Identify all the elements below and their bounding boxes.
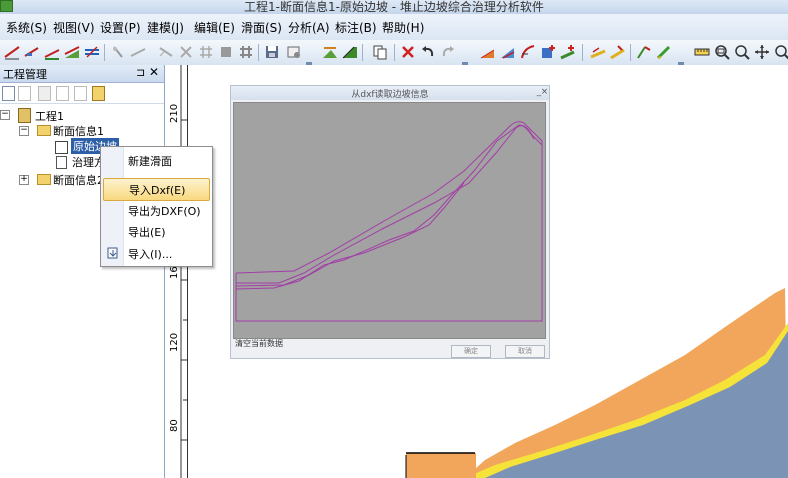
- ruler-icon[interactable]: [694, 44, 710, 60]
- cut-slope-icon[interactable]: [480, 44, 496, 60]
- add-layer-icon[interactable]: [560, 44, 576, 60]
- menu-import[interactable]: 导入(I)...: [103, 243, 208, 264]
- zoom-icon[interactable]: [734, 44, 750, 60]
- menu-model[interactable]: 建模(J): [147, 19, 184, 36]
- menu-item-label: 导出为DXF(O): [128, 205, 201, 218]
- fill-layer-icon[interactable]: [64, 44, 80, 60]
- root-expander[interactable]: −: [0, 110, 10, 120]
- anchor-icon[interactable]: [110, 44, 126, 60]
- pile-icon[interactable]: [178, 44, 194, 60]
- terrain-icon[interactable]: [342, 44, 358, 60]
- toolbar: [0, 40, 788, 66]
- menu-system[interactable]: 系统(S): [6, 19, 47, 36]
- zoom-window-icon[interactable]: [714, 44, 730, 60]
- menu-item-label: 导入Dxf(E): [129, 184, 186, 197]
- panel-toolbar: [0, 83, 164, 104]
- dxf-preview: [233, 102, 546, 339]
- project-icon: [18, 108, 31, 123]
- slope-line-icon[interactable]: [4, 44, 20, 60]
- copy-icon[interactable]: [372, 44, 388, 60]
- menu-bar: 系统(S) 视图(V) 设置(P) 建模(J) 编辑(E) 滑面(S) 分析(A…: [0, 14, 788, 41]
- ok-button[interactable]: 确定: [451, 345, 491, 358]
- folder-icon: [37, 174, 51, 185]
- menu-edit[interactable]: 编辑(E): [194, 19, 235, 36]
- menu-item-label: 新建滑面: [128, 155, 172, 168]
- panel-header: 工程管理 ⊐ ✕: [0, 65, 164, 83]
- menu-analysis[interactable]: 分析(A): [288, 19, 330, 36]
- paste-doc-icon[interactable]: [74, 86, 87, 101]
- layer-icon[interactable]: [44, 44, 60, 60]
- tree-root[interactable]: 工程1: [35, 108, 64, 124]
- new-section-icon[interactable]: [18, 86, 31, 101]
- menu-help[interactable]: 帮助(H): [382, 19, 424, 36]
- wall-icon[interactable]: [218, 44, 234, 60]
- folder-icon: [37, 125, 51, 136]
- menu-new-slip[interactable]: 新建滑面: [103, 150, 208, 171]
- save-icon[interactable]: [264, 44, 280, 60]
- pen-icon[interactable]: [656, 44, 672, 60]
- close-icon[interactable]: ✕: [149, 65, 159, 79]
- zoom-extent-icon[interactable]: [774, 44, 788, 60]
- menu-export[interactable]: 导出(E): [103, 221, 208, 242]
- section1-expander[interactable]: −: [19, 126, 29, 136]
- anchor-cable-icon[interactable]: [158, 44, 174, 60]
- tree-section1[interactable]: 断面信息1: [53, 123, 104, 139]
- add-section-icon[interactable]: [540, 44, 556, 60]
- menu-export-dxf[interactable]: 导出为DXF(O): [103, 200, 208, 221]
- fill-slope-icon[interactable]: [500, 44, 516, 60]
- cancel-button[interactable]: 取消: [505, 345, 545, 358]
- slip-surface-icon[interactable]: [520, 44, 536, 60]
- menu-view[interactable]: 视图(V): [53, 19, 95, 36]
- grid-icon[interactable]: [238, 44, 254, 60]
- menu-slip[interactable]: 滑面(S): [241, 19, 282, 36]
- window-title: 工程1-断面信息1-原始边坡 - 堆止边坡综合治理分析软件: [244, 0, 544, 14]
- open-folder-icon[interactable]: [92, 86, 105, 101]
- settings-icon[interactable]: [286, 44, 302, 60]
- copy-doc-icon[interactable]: [56, 86, 69, 101]
- import-icon: [107, 247, 118, 259]
- close-icon[interactable]: ×: [540, 87, 549, 97]
- water-line-icon[interactable]: [84, 44, 100, 60]
- analysis-icon[interactable]: [636, 44, 652, 60]
- vertical-ruler: 210 160 120 80: [165, 65, 188, 478]
- menu-item-label: 导入(I)...: [128, 248, 173, 261]
- delete-icon[interactable]: [400, 44, 416, 60]
- menu-annotate[interactable]: 标注(B): [335, 19, 377, 36]
- slope-edit-icon[interactable]: [24, 44, 40, 60]
- menu-import-dxf[interactable]: 导入Dxf(E): [103, 178, 210, 201]
- section2-expander[interactable]: +: [19, 175, 29, 185]
- search-slip-icon[interactable]: [610, 44, 626, 60]
- dxf-preview-lines: [235, 121, 543, 322]
- nail-icon[interactable]: [130, 44, 146, 60]
- project-panel: 工程管理 ⊐ ✕ − 工程1 − 断面信息1 原始边坡 治理方 + 断面信息2: [0, 65, 165, 478]
- grid-doc-icon[interactable]: [38, 86, 51, 101]
- dxf-import-dialog: 从dxf读取边坡信息 _ × 清空当前数据 确定 取消: [230, 85, 550, 359]
- undo-icon[interactable]: [420, 44, 436, 60]
- menu-settings[interactable]: 设置(P): [100, 19, 141, 36]
- pan-icon[interactable]: [754, 44, 770, 60]
- pin-icon[interactable]: ⊐: [136, 66, 145, 79]
- calc-slope-icon[interactable]: [590, 44, 606, 60]
- doc-icon: [56, 156, 67, 169]
- edit-doc-icon: [55, 141, 68, 154]
- clear-data-checkbox[interactable]: 清空当前数据: [235, 338, 283, 349]
- menu-item-label: 导出(E): [128, 226, 166, 239]
- new-doc-icon[interactable]: [2, 86, 15, 101]
- title-bar: 工程1-断面信息1-原始边坡 - 堆止边坡综合治理分析软件: [0, 0, 788, 14]
- dialog-titlebar: 从dxf读取边坡信息 _ ×: [231, 86, 549, 100]
- dialog-title: 从dxf读取边坡信息: [351, 90, 429, 100]
- context-menu: 新建滑面 导入Dxf(E) 导出为DXF(O) 导出(E) 导入(I)...: [100, 146, 213, 267]
- slope-profile-icon[interactable]: [322, 44, 338, 60]
- panel-title: 工程管理: [3, 68, 47, 81]
- tree-section2[interactable]: 断面信息2: [53, 172, 104, 188]
- grid-pile-icon[interactable]: [198, 44, 214, 60]
- redo-icon[interactable]: [440, 44, 456, 60]
